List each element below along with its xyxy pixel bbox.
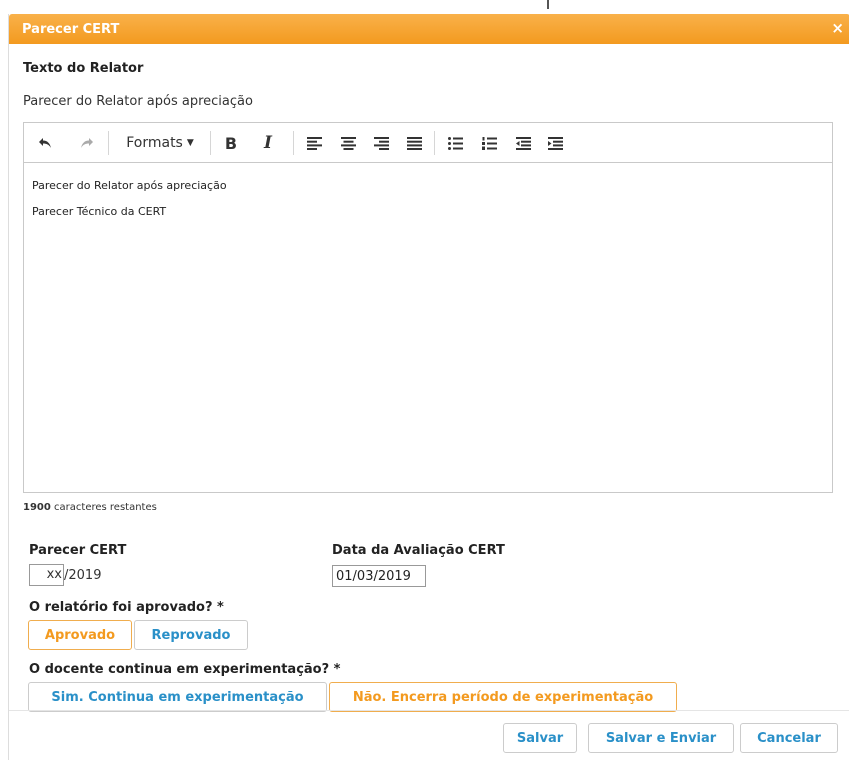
- relator-subtitle: Parecer do Relator após apreciação: [23, 94, 253, 109]
- align-right-icon[interactable]: [370, 131, 392, 155]
- dialog-titlebar: Parecer CERT ×: [9, 14, 849, 44]
- approved-button[interactable]: Aprovado: [28, 620, 132, 650]
- chars-remaining-text: caracteres restantes: [54, 502, 157, 513]
- toolbar-separator: [108, 131, 109, 155]
- editor-paragraph: Parecer Técnico da CERT: [32, 205, 167, 218]
- editor-paragraph: Parecer do Relator após apreciação: [32, 179, 227, 192]
- continues-no-button[interactable]: Não. Encerra período de experimentação: [329, 682, 677, 712]
- chars-remaining: 1900 caracteres restantes: [23, 502, 157, 513]
- redo-icon[interactable]: [76, 131, 98, 155]
- cancel-button[interactable]: Cancelar: [740, 723, 838, 753]
- chevron-down-icon: ▼: [186, 138, 194, 148]
- top-gap: [0, 0, 849, 14]
- date-input[interactable]: [332, 565, 426, 587]
- parecer-year-suffix: /2019: [64, 567, 102, 583]
- undo-icon[interactable]: [34, 131, 56, 155]
- save-button[interactable]: Salvar: [503, 723, 577, 753]
- parecer-label: Parecer CERT: [29, 543, 127, 558]
- editor-toolbar: Formats ▼ B I: [24, 123, 832, 163]
- outdent-icon[interactable]: [512, 131, 534, 155]
- dialog-title: Parecer CERT: [22, 22, 120, 37]
- relator-section-title: Texto do Relator: [23, 61, 144, 76]
- scroll-tick: [547, 0, 549, 9]
- toolbar-separator: [293, 131, 294, 155]
- formats-label: Formats: [126, 135, 183, 151]
- approved-question: O relatório foi aprovado? *: [29, 600, 224, 615]
- date-label: Data da Avaliação CERT: [332, 543, 505, 558]
- close-icon[interactable]: ×: [831, 19, 844, 37]
- continues-yes-button[interactable]: Sim. Continua em experimentação: [28, 682, 327, 712]
- formats-dropdown[interactable]: Formats ▼: [120, 131, 200, 155]
- continues-question: O docente continua em experimentação? *: [29, 662, 341, 677]
- reproved-button[interactable]: Reprovado: [134, 620, 248, 650]
- align-center-icon[interactable]: [337, 131, 359, 155]
- parecer-number-field: xx /2019: [29, 564, 101, 586]
- rich-text-editor: Formats ▼ B I Parecer do Relator após ap…: [23, 122, 833, 493]
- toolbar-separator: [434, 131, 435, 155]
- italic-button[interactable]: I: [258, 131, 278, 155]
- numbered-list-icon[interactable]: [478, 131, 500, 155]
- bullet-list-icon[interactable]: [444, 131, 466, 155]
- chars-remaining-count: 1900: [23, 502, 51, 513]
- editor-content[interactable]: Parecer do Relator após apreciação Parec…: [24, 164, 832, 493]
- indent-icon[interactable]: [544, 131, 566, 155]
- align-left-icon[interactable]: [303, 131, 325, 155]
- align-justify-icon[interactable]: [403, 131, 425, 155]
- bold-button[interactable]: B: [221, 131, 241, 155]
- parecer-dialog: Parecer CERT × Texto do Relator Parecer …: [8, 14, 849, 760]
- save-send-button[interactable]: Salvar e Enviar: [588, 723, 734, 753]
- toolbar-separator: [210, 131, 211, 155]
- footer-divider: [9, 710, 849, 711]
- parecer-number-input[interactable]: xx: [29, 564, 64, 586]
